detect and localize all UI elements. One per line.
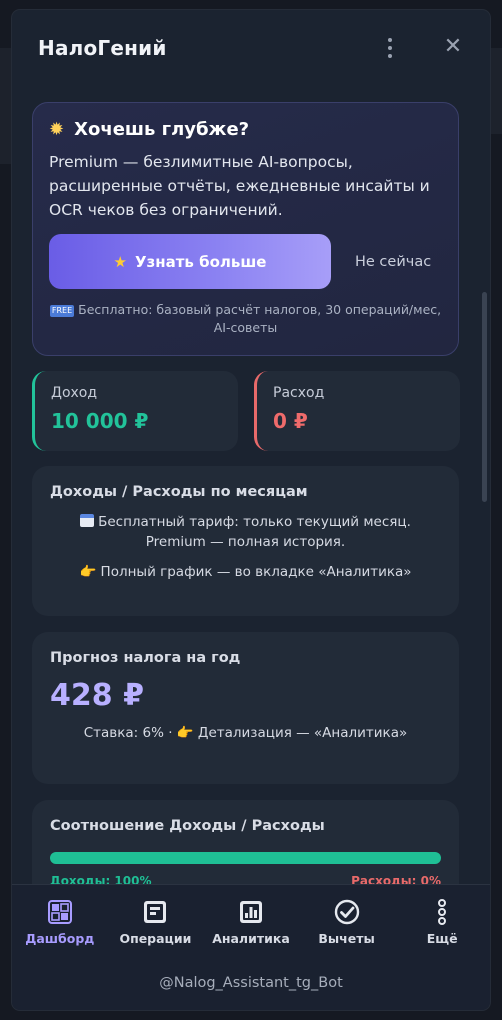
- free-plan-text: Бесплатно: базовый расчёт налогов, 30 оп…: [78, 302, 442, 335]
- premium-promo-card: ✹ Хочешь глубже? Premium — безлимитные A…: [32, 102, 459, 356]
- free-badge-icon: FREE: [49, 304, 75, 317]
- scrollbar[interactable]: [482, 96, 487, 886]
- operations-icon: [144, 901, 167, 923]
- income-label: Доход: [51, 385, 98, 401]
- nav-item-analytics[interactable]: Аналитика: [203, 885, 299, 961]
- close-icon[interactable]: ✕: [442, 34, 464, 60]
- bot-handle: @Nalog_Assistant_tg_Bot: [159, 975, 343, 991]
- promo-title: ✹ Хочешь глубже?: [49, 119, 442, 140]
- content-scroll[interactable]: ✹ Хочешь глубже? Premium — безлимитные A…: [12, 86, 490, 884]
- learn-more-button[interactable]: ★ Узнать больше: [49, 234, 331, 289]
- expense-value: 0 ₽: [273, 409, 308, 433]
- app-window: НалоГений ✕ ✹ Хочешь глубже? Premium — б…: [12, 10, 490, 1010]
- nav-label: Операции: [119, 931, 192, 946]
- app-title: НалоГений: [38, 36, 167, 60]
- ratio-title: Соотношение Доходы / Расходы: [50, 818, 325, 834]
- nav-item-operations[interactable]: Операции: [108, 885, 204, 961]
- scrollbar-thumb[interactable]: [482, 292, 487, 502]
- forecast-value: 428 ₽: [50, 678, 144, 713]
- ratio-expense-label: Расходы: 0%: [351, 874, 441, 884]
- not-now-button[interactable]: Не сейчас: [355, 254, 431, 270]
- sparkle-icon: ✹: [49, 119, 65, 140]
- expense-stat-card: Расход 0 ₽: [254, 371, 460, 451]
- more-icon: [438, 899, 447, 925]
- calendar-icon: [80, 514, 95, 527]
- monthly-title: Доходы / Расходы по месяцам: [50, 484, 308, 500]
- kebab-menu-icon[interactable]: [380, 36, 400, 60]
- expense-label: Расход: [273, 385, 325, 401]
- monthly-chart-card: Доходы / Расходы по месяцам Бесплатный т…: [32, 466, 459, 616]
- forecast-title: Прогноз налога на год: [50, 650, 241, 666]
- monthly-free-note-text: Бесплатный тариф: только текущий месяц. …: [98, 514, 411, 550]
- ratio-bar: [50, 852, 441, 864]
- nav-item-more[interactable]: Ещё: [394, 885, 490, 961]
- ratio-legend: Доходы: 100% Расходы: 0%: [50, 874, 441, 884]
- bottom-nav: Дашборд Операции Аналитика Вычеты Ещё @N…: [12, 884, 490, 1010]
- income-stat-card: Доход 10 000 ₽: [32, 371, 238, 451]
- star-icon: ★: [113, 252, 127, 271]
- income-value: 10 000 ₽: [51, 409, 149, 433]
- header: НалоГений ✕: [12, 10, 490, 86]
- free-plan-note: FREE Бесплатно: базовый расчёт налогов, 3…: [49, 301, 442, 337]
- learn-more-label: Узнать больше: [134, 252, 267, 271]
- dashboard-icon: [47, 900, 72, 924]
- nav-items: Дашборд Операции Аналитика Вычеты Ещё: [12, 885, 490, 961]
- nav-label: Дашборд: [25, 931, 95, 946]
- monthly-analytics-link: 👉 Полный график — во вкладке «Аналитика»: [79, 564, 412, 580]
- nav-label: Аналитика: [212, 931, 290, 946]
- check-circle-icon: [334, 899, 359, 925]
- nav-label: Вычеты: [318, 931, 375, 946]
- nav-item-deductions[interactable]: Вычеты: [299, 885, 395, 961]
- promo-description: Premium — безлимитные AI-вопросы, расшир…: [49, 153, 430, 219]
- ratio-income-label: Доходы: 100%: [50, 874, 152, 884]
- promo-actions: ★ Узнать больше Не сейчас: [49, 234, 442, 289]
- nav-item-dashboard[interactable]: Дашборд: [12, 885, 108, 961]
- tax-forecast-card: Прогноз налога на год 428 ₽ Ставка: 6% ·…: [32, 632, 459, 784]
- promo-title-text: Хочешь глубже?: [74, 119, 250, 140]
- forecast-note: Ставка: 6% · 👉 Детализация — «Аналитика»: [83, 725, 408, 741]
- nav-label: Ещё: [426, 931, 458, 946]
- income-expense-ratio-card: Соотношение Доходы / Расходы Доходы: 100…: [32, 800, 459, 884]
- analytics-icon: [239, 901, 262, 923]
- monthly-free-note: Бесплатный тариф: только текущий месяц. …: [50, 512, 441, 552]
